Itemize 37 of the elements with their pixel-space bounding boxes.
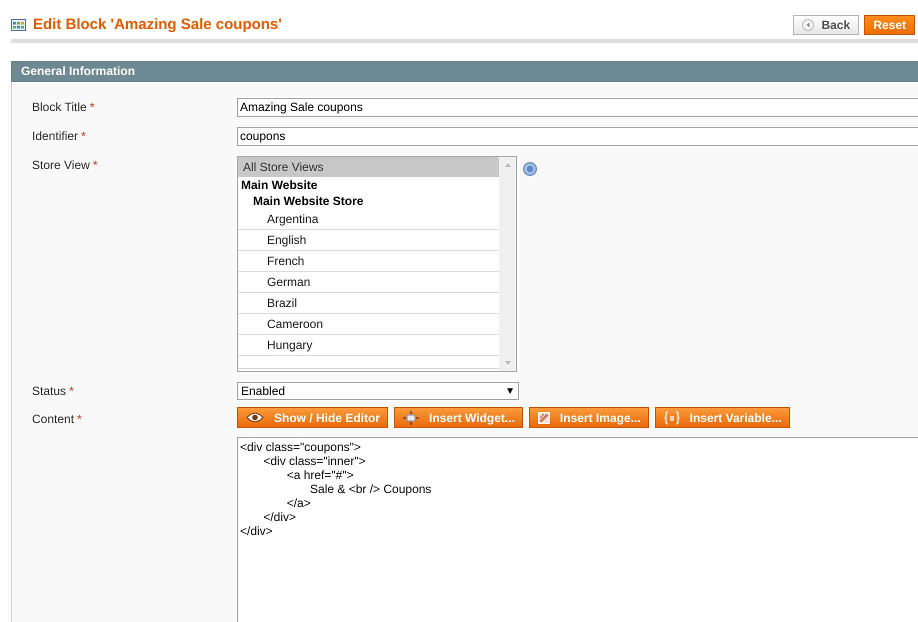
help-icon[interactable] <box>523 162 537 176</box>
list-option[interactable]: German <box>238 272 499 293</box>
list-option[interactable]: French <box>238 251 499 272</box>
content-editor[interactable]: <div class="coupons"> <div class="inner"> <a href="#"> Sale & <br /> Coupons </a> </div> </div> <box>237 437 918 622</box>
input-field[interactable]: Amazing Sale coupons <box>237 98 918 117</box>
required-mark: * <box>77 412 82 426</box>
page-title: Edit Block 'Amazing Sale coupons' <box>33 16 283 33</box>
list-option[interactable]: All Store Views <box>238 157 499 177</box>
field-label: Identifier <box>32 129 78 143</box>
field-label: Store View <box>32 158 90 172</box>
section-header: General Information <box>11 61 918 82</box>
field-label: Status <box>32 384 66 398</box>
list-option[interactable]: Hungary <box>238 335 499 356</box>
scroll-up-icon[interactable] <box>504 162 512 168</box>
input-field[interactable]: coupons <box>237 127 918 146</box>
required-mark: * <box>69 384 74 398</box>
option-group: Main Website <box>238 177 499 193</box>
field-label: Content <box>32 412 74 426</box>
required-mark: * <box>90 100 94 114</box>
image-icon <box>538 412 550 424</box>
field-label: Block Title <box>32 100 87 114</box>
list-option[interactable]: Cameroon <box>238 314 499 335</box>
status-select[interactable]: Enabled ▼ <box>237 382 519 400</box>
required-mark: * <box>81 129 86 143</box>
list-option[interactable]: English <box>238 230 499 251</box>
required-mark: * <box>92 158 98 172</box>
move-icon <box>403 410 420 424</box>
list-option[interactable]: Brazil <box>238 293 499 314</box>
option-group: Main Website Store <box>238 193 499 209</box>
scrollbar[interactable] <box>499 157 516 371</box>
list-option[interactable]: Argentina <box>238 209 499 230</box>
eye-icon <box>246 412 264 423</box>
grid-icon <box>11 18 26 30</box>
scroll-down-icon[interactable] <box>504 360 512 366</box>
braces-icon <box>664 410 680 424</box>
back-button[interactable]: Back <box>793 14 860 34</box>
store-view-list[interactable]: All Store Views Main Website Main Website Store Argentina English French German Brazil Cameroon Hungary <box>237 156 517 372</box>
